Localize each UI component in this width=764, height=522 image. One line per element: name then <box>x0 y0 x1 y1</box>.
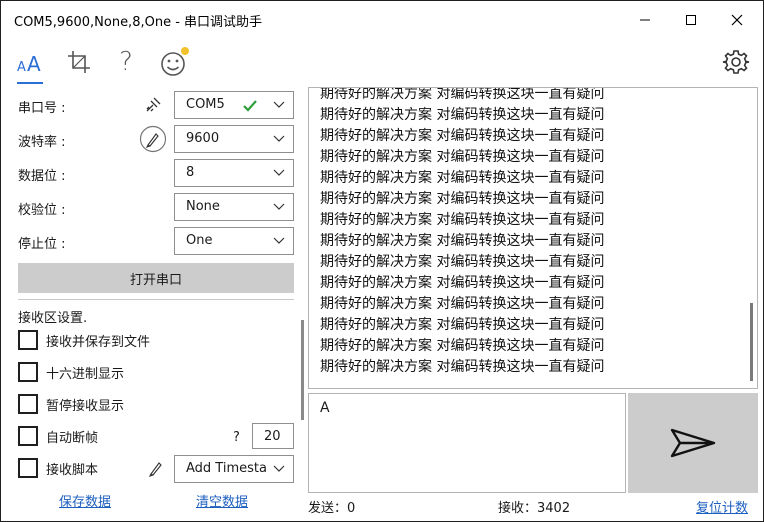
crop-icon <box>68 51 90 73</box>
title-bar: COM5,9600,None,8,One - 串口调试助手 <box>1 1 763 39</box>
pause-display-label: 暂停接收显示 <box>46 398 125 414</box>
close-button[interactable] <box>714 1 760 39</box>
receive-line: 期待好的解决方案 对编码转换这块一直有疑问 <box>320 149 605 165</box>
receive-line: 期待好的解决方案 对编码转换这块一直有疑问 <box>320 128 605 144</box>
reset-count-link[interactable]: 复位计数 <box>696 497 748 516</box>
minimize-icon <box>640 19 650 21</box>
toolbar: A A ? <box>1 39 763 85</box>
clear-data-link[interactable]: 清空数据 <box>196 491 248 510</box>
port-scan-icon[interactable] <box>144 96 162 114</box>
chevron-down-icon <box>273 237 285 244</box>
receive-script-label: 接收脚本 <box>46 462 99 478</box>
receive-settings-heading: 接收区设置. <box>18 311 88 326</box>
hex-display-option[interactable]: 十六进制显示 <box>18 361 124 383</box>
auto-frame-ms-input[interactable]: 20 <box>252 423 294 449</box>
open-port-button[interactable]: 打开串口 <box>18 263 294 293</box>
receive-line: 期待好的解决方案 对编码转换这块一直有疑问 <box>320 338 605 354</box>
chevron-down-icon <box>273 135 285 142</box>
sent-count: 发送：0 <box>308 501 356 516</box>
receive-line: 期待好的解决方案 对编码转换这块一直有疑问 <box>320 170 605 186</box>
window-title: COM5,9600,None,8,One - 串口调试助手 <box>14 15 263 30</box>
app-window: COM5,9600,None,8,One - 串口调试助手 A A ? 串口号 … <box>0 0 764 522</box>
feedback-button[interactable] <box>156 45 192 79</box>
receive-line: 期待好的解决方案 对编码转换这块一直有疑问 <box>320 212 605 228</box>
minimize-button[interactable] <box>622 1 668 39</box>
port-label: 串口号 : <box>18 101 66 116</box>
send-button[interactable] <box>628 393 758 493</box>
smiley-icon <box>161 47 189 76</box>
send-input[interactable]: A <box>308 393 626 493</box>
help-icon: ? <box>119 47 133 77</box>
stopbits-label: 停止位 : <box>18 237 66 252</box>
receive-line: 期待好的解决方案 对编码转换这块一直有疑问 <box>320 317 605 333</box>
auto-frame-option[interactable]: 自动断帧 <box>18 425 98 447</box>
receive-line: 期待好的解决方案 对编码转换这块一直有疑问 <box>320 275 605 291</box>
receive-line: 期待好的解决方案 对编码转换这块一直有疑问 <box>320 87 605 102</box>
receive-line: 期待好的解决方案 对编码转换这块一直有疑问 <box>320 359 605 375</box>
databits-label: 数据位 : <box>18 169 66 184</box>
chevron-down-icon <box>273 203 285 210</box>
chevron-down-icon <box>273 169 285 176</box>
receive-script-option[interactable]: 接收脚本 <box>18 457 98 479</box>
save-data-link[interactable]: 保存数据 <box>59 491 111 510</box>
settings-icon <box>722 50 750 74</box>
save-to-file-option[interactable]: 接收并保存到文件 <box>18 329 150 351</box>
baud-label: 波特率 : <box>18 135 66 150</box>
chevron-down-icon <box>273 101 285 108</box>
databits-select[interactable]: 8 <box>174 159 294 187</box>
received-count: 接收：3402 <box>498 501 571 516</box>
edit-baud-icon[interactable] <box>139 125 167 153</box>
receive-line: 期待好的解决方案 对编码转换这块一直有疑问 <box>320 107 605 123</box>
receive-scrollbar[interactable] <box>750 303 753 381</box>
receive-area[interactable]: 期待好的解决方案 对编码转换这块一直有疑问 期待好的解决方案 对编码转换这块一直有… <box>308 87 758 389</box>
send-input-value: A <box>320 400 330 416</box>
font-icon: A A <box>17 52 41 76</box>
save-to-file-checkbox[interactable] <box>18 330 38 350</box>
close-icon <box>731 14 743 26</box>
auto-frame-help[interactable]: ? <box>233 430 240 445</box>
receive-script-select[interactable]: Add Timesta <box>174 455 294 483</box>
auto-frame-checkbox[interactable] <box>18 426 38 446</box>
send-icon <box>670 428 716 458</box>
receive-line: 期待好的解决方案 对编码转换这块一直有疑问 <box>320 296 605 312</box>
receive-line: 期待好的解决方案 对编码转换这块一直有疑问 <box>320 233 605 249</box>
parity-label: 校验位 : <box>18 203 66 218</box>
chevron-down-icon <box>273 465 285 472</box>
receive-line: 期待好的解决方案 对编码转换这块一直有疑问 <box>320 191 605 207</box>
edit-script-icon[interactable] <box>147 459 165 477</box>
parity-select[interactable]: None <box>174 193 294 221</box>
maximize-icon <box>686 15 696 25</box>
save-to-file-label: 接收并保存到文件 <box>46 334 151 350</box>
svg-text:A: A <box>17 60 26 75</box>
port-select[interactable]: COM5 <box>174 91 294 119</box>
active-tab-indicator <box>17 82 43 84</box>
hex-display-label: 十六进制显示 <box>46 366 125 382</box>
baud-select[interactable]: 9600 <box>174 125 294 153</box>
receive-line: 期待好的解决方案 对编码转换这块一直有疑问 <box>320 254 605 270</box>
receive-script-checkbox[interactable] <box>18 458 38 478</box>
svg-text:A: A <box>27 52 41 76</box>
settings-button[interactable] <box>719 45 753 79</box>
pause-display-option[interactable]: 暂停接收显示 <box>18 393 124 415</box>
pause-display-checkbox[interactable] <box>18 394 38 414</box>
connected-check-icon <box>243 100 257 112</box>
help-button[interactable]: ? <box>109 45 143 79</box>
crop-button[interactable] <box>62 45 96 79</box>
divider <box>18 299 294 300</box>
maximize-button[interactable] <box>668 1 714 39</box>
settings-scrollbar[interactable] <box>301 320 304 420</box>
settings-panel: 串口号 : COM5 波特率 : 9600 数据位 : 8 校验位 : None <box>1 85 305 521</box>
stopbits-select[interactable]: One <box>174 227 294 255</box>
hex-display-checkbox[interactable] <box>18 362 38 382</box>
font-button[interactable]: A A <box>13 45 47 79</box>
auto-frame-label: 自动断帧 <box>46 430 99 446</box>
